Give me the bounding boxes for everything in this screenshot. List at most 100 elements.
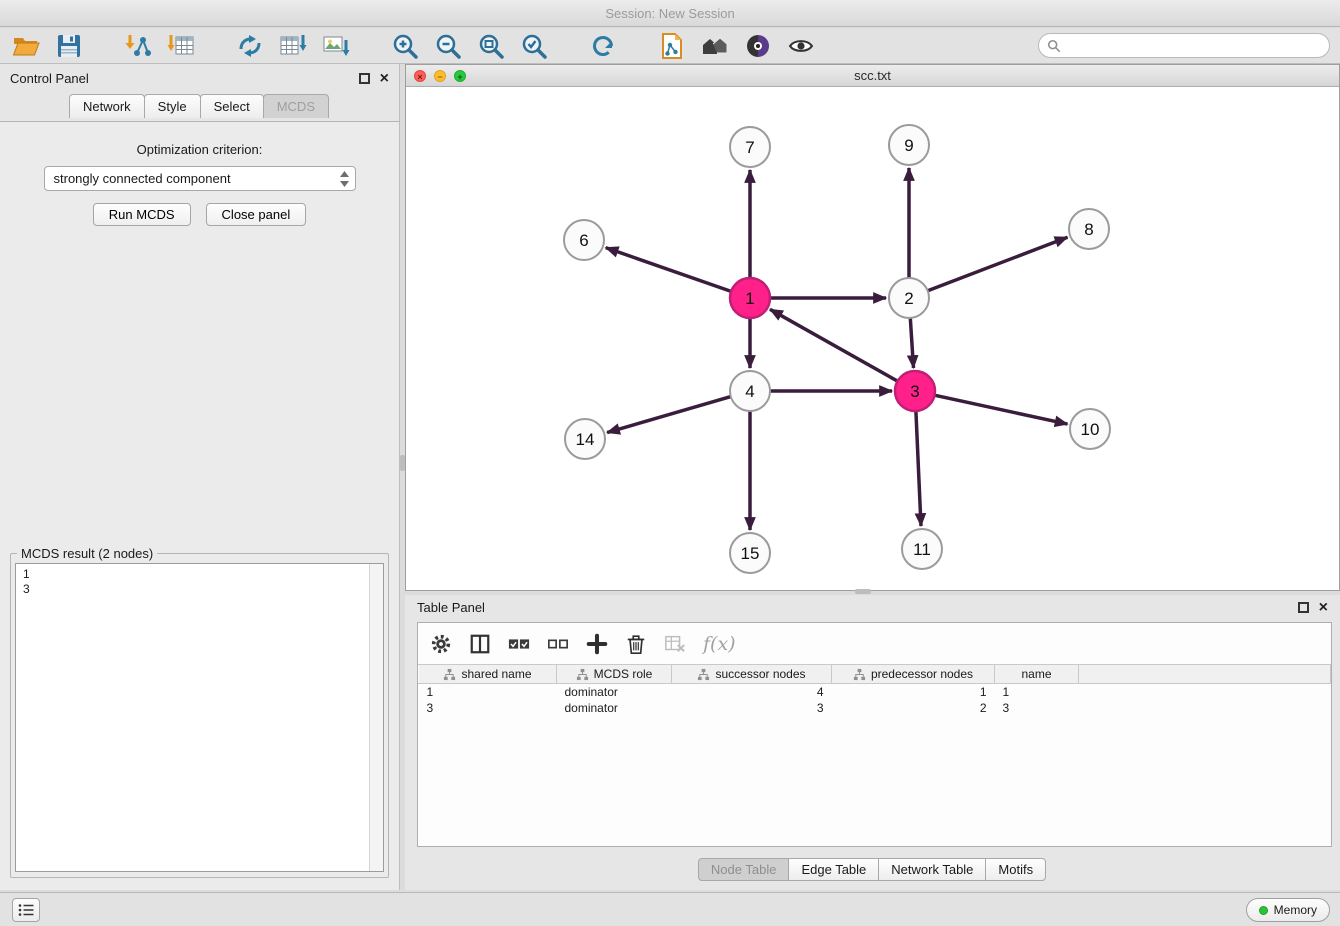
search-input[interactable] bbox=[1061, 38, 1329, 53]
column-header-name[interactable]: name bbox=[995, 665, 1079, 684]
list-icon bbox=[18, 903, 34, 917]
close-window-icon[interactable]: × bbox=[414, 70, 426, 82]
deselect-all-icon[interactable] bbox=[547, 633, 569, 655]
column-header-predecessor-nodes[interactable]: predecessor nodes bbox=[832, 665, 995, 684]
graph-node-10[interactable]: 10 bbox=[1070, 409, 1110, 449]
edge-3-1[interactable] bbox=[770, 309, 898, 381]
tab-network[interactable]: Network bbox=[69, 94, 145, 118]
delete-column-trash-icon[interactable] bbox=[625, 633, 647, 655]
horizontal-splitter-handle[interactable] bbox=[855, 589, 871, 594]
search-icon bbox=[1047, 39, 1061, 53]
graph-node-7[interactable]: 7 bbox=[730, 127, 770, 167]
column-header-successor-nodes[interactable]: successor nodes bbox=[672, 665, 832, 684]
edge-2-8[interactable] bbox=[928, 237, 1068, 291]
network-window: × − + scc.txt 7 9 6 8 1 2 4 3 10 14 15 11 bbox=[405, 64, 1340, 591]
control-panel-title: Control Panel bbox=[10, 71, 359, 86]
graph-node-3[interactable]: 3 bbox=[895, 371, 935, 411]
export-network-icon[interactable] bbox=[236, 32, 264, 60]
select-all-icon[interactable] bbox=[508, 633, 530, 655]
graph-node-14[interactable]: 14 bbox=[565, 419, 605, 459]
graph-node-8[interactable]: 8 bbox=[1069, 209, 1109, 249]
style-eye-icon[interactable] bbox=[744, 32, 772, 60]
eye-icon[interactable] bbox=[787, 32, 815, 60]
cell-name[interactable]: 3 bbox=[995, 700, 1079, 716]
edge-4-14[interactable] bbox=[607, 397, 731, 433]
import-network-icon[interactable] bbox=[124, 32, 152, 60]
close-panel-button[interactable]: Close panel bbox=[206, 203, 307, 226]
close-panel-icon[interactable]: × bbox=[380, 73, 389, 84]
cell-name[interactable]: 1 bbox=[995, 684, 1079, 700]
table-row[interactable]: 3 dominator 3 2 3 bbox=[419, 700, 1331, 716]
graph-node-11[interactable]: 11 bbox=[902, 529, 942, 569]
graph-node-1[interactable]: 1 bbox=[730, 278, 770, 318]
cell-predecessor-nodes[interactable]: 1 bbox=[832, 684, 995, 700]
network-file-icon[interactable] bbox=[658, 32, 686, 60]
run-mcds-button[interactable]: Run MCDS bbox=[93, 203, 191, 226]
minimize-window-icon[interactable]: − bbox=[434, 70, 446, 82]
cell-shared-name[interactable]: 3 bbox=[419, 700, 557, 716]
tab-select[interactable]: Select bbox=[200, 94, 264, 118]
svg-text:2: 2 bbox=[904, 289, 913, 308]
graph-node-2[interactable]: 2 bbox=[889, 278, 929, 318]
svg-text:15: 15 bbox=[741, 544, 760, 563]
zoom-in-icon[interactable] bbox=[391, 32, 419, 60]
vertical-splitter-handle[interactable] bbox=[400, 455, 405, 471]
tab-node-table[interactable]: Node Table bbox=[698, 858, 790, 881]
cell-successor-nodes[interactable]: 3 bbox=[672, 700, 832, 716]
search-box[interactable] bbox=[1038, 33, 1330, 58]
cell-predecessor-nodes[interactable]: 2 bbox=[832, 700, 995, 716]
save-session-icon[interactable] bbox=[55, 32, 83, 60]
graph-node-9[interactable]: 9 bbox=[889, 125, 929, 165]
edge-1-6[interactable] bbox=[606, 248, 731, 292]
column-header-mcds-role[interactable]: MCDS role bbox=[557, 665, 672, 684]
cell-successor-nodes[interactable]: 4 bbox=[672, 684, 832, 700]
show-columns-icon[interactable] bbox=[469, 633, 491, 655]
mcds-result-legend: MCDS result (2 nodes) bbox=[17, 546, 157, 561]
close-table-panel-icon[interactable]: × bbox=[1319, 602, 1328, 613]
log-console-button[interactable] bbox=[12, 898, 40, 922]
export-table-icon[interactable] bbox=[279, 32, 307, 60]
graph-node-4[interactable]: 4 bbox=[730, 371, 770, 411]
zoom-out-icon[interactable] bbox=[434, 32, 462, 60]
cell-mcds-role[interactable]: dominator bbox=[557, 700, 672, 716]
mcds-result-box[interactable]: 1 3 bbox=[15, 563, 384, 872]
open-session-icon[interactable] bbox=[12, 32, 40, 60]
cell-shared-name[interactable]: 1 bbox=[419, 684, 557, 700]
export-image-icon[interactable] bbox=[322, 32, 350, 60]
maximize-window-icon[interactable]: + bbox=[454, 70, 466, 82]
edge-2-3[interactable] bbox=[910, 318, 913, 368]
function-builder-icon[interactable]: f(x) bbox=[703, 633, 736, 655]
refresh-icon[interactable] bbox=[589, 32, 617, 60]
tab-mcds[interactable]: MCDS bbox=[263, 94, 329, 118]
memory-button[interactable]: Memory bbox=[1246, 898, 1330, 922]
table-settings-gear-icon[interactable] bbox=[430, 633, 452, 655]
tab-motifs[interactable]: Motifs bbox=[985, 858, 1046, 881]
zoom-fit-icon[interactable] bbox=[477, 32, 505, 60]
tab-style[interactable]: Style bbox=[144, 94, 201, 118]
import-table-icon[interactable] bbox=[167, 32, 195, 60]
tab-edge-table[interactable]: Edge Table bbox=[788, 858, 879, 881]
delete-table-icon[interactable] bbox=[664, 633, 686, 655]
network-window-titlebar[interactable]: × − + scc.txt bbox=[406, 65, 1339, 87]
float-panel-icon[interactable] bbox=[359, 73, 370, 84]
zoom-selected-icon[interactable] bbox=[520, 32, 548, 60]
column-header-shared-name[interactable]: shared name bbox=[419, 665, 557, 684]
edge-3-10[interactable] bbox=[935, 395, 1068, 424]
result-scrollbar[interactable] bbox=[369, 564, 383, 871]
float-table-panel-icon[interactable] bbox=[1298, 602, 1309, 613]
tab-network-table[interactable]: Network Table bbox=[878, 858, 986, 881]
svg-text:10: 10 bbox=[1081, 420, 1100, 439]
graph-node-6[interactable]: 6 bbox=[564, 220, 604, 260]
app-titlebar: Session: New Session bbox=[0, 0, 1340, 27]
table-row[interactable]: 1 dominator 4 1 1 bbox=[419, 684, 1331, 700]
graph-node-15[interactable]: 15 bbox=[730, 533, 770, 573]
neighbors-icon[interactable] bbox=[701, 32, 729, 60]
table-panel-header: Table Panel × bbox=[405, 595, 1340, 620]
app-title: Session: New Session bbox=[605, 6, 734, 21]
edge-3-11[interactable] bbox=[916, 411, 921, 526]
cell-mcds-role[interactable]: dominator bbox=[557, 684, 672, 700]
add-column-plus-icon[interactable] bbox=[586, 633, 608, 655]
criterion-dropdown[interactable]: strongly connected component bbox=[44, 166, 356, 191]
network-window-title: scc.txt bbox=[854, 68, 891, 83]
network-canvas[interactable]: 7 9 6 8 1 2 4 3 10 14 15 11 bbox=[406, 88, 1339, 590]
